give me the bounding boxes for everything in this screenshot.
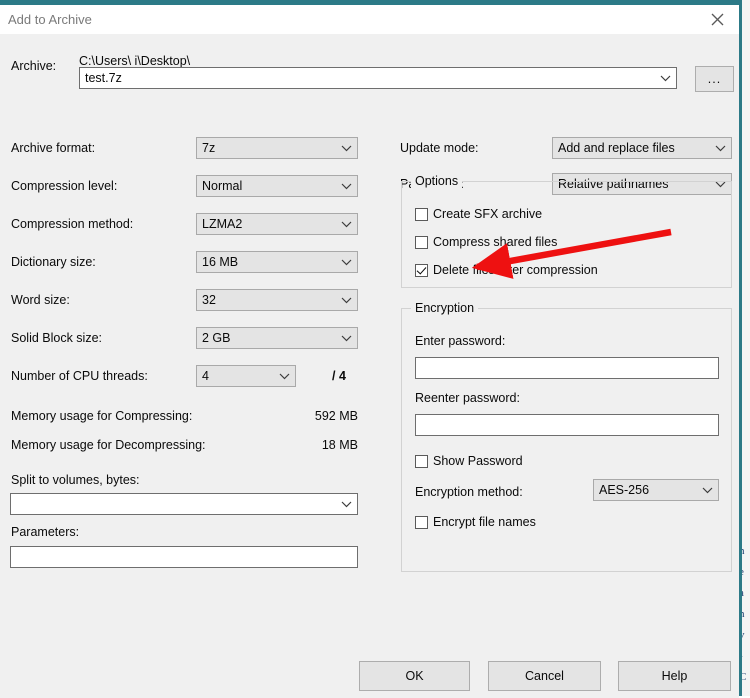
compress-shared-files-checkbox[interactable]: Compress shared files bbox=[415, 235, 557, 249]
checkbox-icon bbox=[415, 515, 428, 529]
memory-decompressing-value: 18 MB bbox=[321, 438, 358, 452]
archive-name-value: test.7z bbox=[85, 71, 122, 85]
chevron-down-icon bbox=[335, 501, 357, 508]
chevron-down-icon bbox=[335, 183, 357, 190]
chevron-down-icon bbox=[654, 75, 676, 82]
add-to-archive-dialog: Add to Archive Archive: C:\Users\ i\Desk… bbox=[0, 0, 742, 698]
checkbox-icon bbox=[415, 235, 428, 249]
cpu-threads-select[interactable]: 4 bbox=[196, 365, 296, 387]
compression-level-select[interactable]: Normal bbox=[196, 175, 358, 197]
create-sfx-archive-checkbox[interactable]: Create SFX archive bbox=[415, 207, 542, 221]
enter-password-label: Enter password: bbox=[415, 334, 506, 348]
cpu-threads-value: 4 bbox=[202, 369, 209, 383]
browse-button[interactable]: ... bbox=[695, 66, 734, 92]
reenter-password-input[interactable] bbox=[415, 414, 719, 436]
archive-format-label: Archive format: bbox=[11, 141, 96, 155]
compression-method-label: Compression method: bbox=[11, 217, 134, 231]
show-password-checkbox[interactable]: Show Password bbox=[415, 454, 523, 468]
solid-block-size-label: Solid Block size: bbox=[11, 331, 103, 345]
word-size-label: Word size: bbox=[11, 293, 70, 307]
close-button[interactable] bbox=[695, 5, 739, 34]
update-mode-select[interactable]: Add and replace files bbox=[552, 137, 732, 159]
memory-decompressing-label: Memory usage for Decompressing: bbox=[11, 438, 206, 452]
split-volumes-label: Split to volumes, bytes: bbox=[11, 473, 140, 487]
show-password-label: Show Password bbox=[433, 454, 523, 468]
archive-format-select[interactable]: 7z bbox=[196, 137, 358, 159]
ok-button[interactable]: OK bbox=[359, 661, 470, 691]
encryption-group-title: Encryption bbox=[411, 301, 479, 315]
cpu-threads-total: / 4 bbox=[332, 369, 346, 383]
solid-block-size-value: 2 GB bbox=[202, 331, 231, 345]
delete-files-after-compression-checkbox[interactable]: Delete files after compression bbox=[415, 263, 598, 277]
cpu-threads-label: Number of CPU threads: bbox=[11, 369, 148, 383]
chevron-down-icon bbox=[335, 221, 357, 228]
archive-name-input[interactable]: test.7z bbox=[79, 67, 677, 89]
chevron-down-icon bbox=[273, 373, 295, 380]
cancel-button[interactable]: Cancel bbox=[488, 661, 601, 691]
dictionary-size-label: Dictionary size: bbox=[11, 255, 96, 269]
options-group-title: Options bbox=[411, 174, 463, 188]
split-volumes-input[interactable] bbox=[10, 493, 358, 515]
update-mode-value: Add and replace files bbox=[558, 141, 675, 155]
archive-path-text: C:\Users\ i\Desktop\ bbox=[79, 54, 191, 68]
checkbox-icon bbox=[415, 454, 428, 468]
compression-level-value: Normal bbox=[202, 179, 243, 193]
memory-compressing-value: 592 MB bbox=[314, 409, 358, 423]
checkbox-icon bbox=[415, 207, 428, 221]
chevron-down-icon bbox=[335, 297, 357, 304]
dialog-client-area: Archive: C:\Users\ i\Desktop\ test.7z ..… bbox=[0, 34, 739, 698]
compression-method-value: LZMA2 bbox=[202, 217, 243, 231]
dictionary-size-value: 16 MB bbox=[202, 255, 239, 269]
word-size-value: 32 bbox=[202, 293, 216, 307]
parameters-input[interactable] bbox=[10, 546, 358, 568]
chevron-down-icon bbox=[696, 487, 718, 494]
encrypt-file-names-label: Encrypt file names bbox=[433, 515, 536, 529]
solid-block-size-select[interactable]: 2 GB bbox=[196, 327, 358, 349]
compression-level-label: Compression level: bbox=[11, 179, 118, 193]
word-size-select[interactable]: 32 bbox=[196, 289, 358, 311]
dictionary-size-select[interactable]: 16 MB bbox=[196, 251, 358, 273]
encrypt-file-names-checkbox[interactable]: Encrypt file names bbox=[415, 515, 536, 529]
close-icon bbox=[711, 13, 724, 26]
chevron-down-icon bbox=[335, 145, 357, 152]
delete-files-after-compression-label: Delete files after compression bbox=[433, 263, 598, 277]
help-button[interactable]: Help bbox=[618, 661, 731, 691]
dialog-titlebar: Add to Archive bbox=[0, 5, 739, 35]
chevron-down-icon bbox=[335, 335, 357, 342]
update-mode-label: Update mode: bbox=[400, 141, 479, 155]
compression-method-select[interactable]: LZMA2 bbox=[196, 213, 358, 235]
parameters-label: Parameters: bbox=[11, 525, 80, 539]
memory-compressing-label: Memory usage for Compressing: bbox=[11, 409, 193, 423]
reenter-password-label: Reenter password: bbox=[415, 391, 520, 405]
create-sfx-archive-label: Create SFX archive bbox=[433, 207, 543, 221]
chevron-down-icon bbox=[335, 259, 357, 266]
checkbox-checked-icon bbox=[415, 263, 428, 277]
chevron-down-icon bbox=[709, 145, 731, 152]
archive-label: Archive: bbox=[11, 59, 57, 73]
dialog-title: Add to Archive bbox=[8, 12, 92, 27]
encryption-method-value: AES-256 bbox=[599, 483, 650, 497]
encryption-method-label: Encryption method: bbox=[415, 485, 523, 499]
enter-password-input[interactable] bbox=[415, 357, 719, 379]
encryption-method-select[interactable]: AES-256 bbox=[593, 479, 719, 501]
archive-format-value: 7z bbox=[202, 141, 216, 155]
compress-shared-files-label: Compress shared files bbox=[433, 235, 558, 249]
